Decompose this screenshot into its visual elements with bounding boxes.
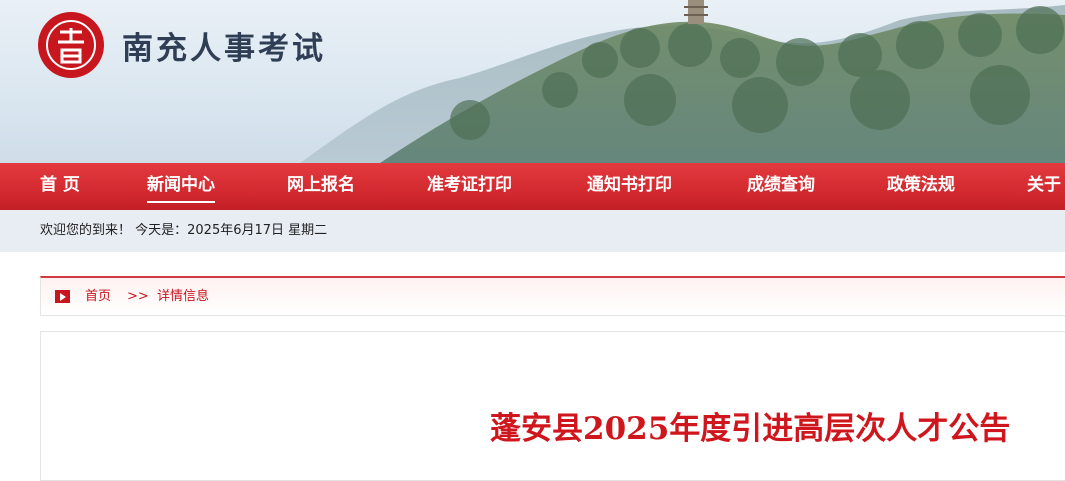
nav-item-notice-print[interactable]: 通知书打印 (587, 163, 672, 210)
main-nav: 首 页 新闻中心 网上报名 准考证打印 通知书打印 成绩查询 政策法规 关于 (0, 163, 1065, 210)
breadcrumb-home-link[interactable]: 首页 (85, 278, 111, 316)
nav-item-admission-ticket[interactable]: 准考证打印 (427, 163, 512, 210)
header-banner: 南充人事考试 (0, 0, 1065, 163)
breadcrumb-separator: >> (127, 289, 149, 304)
nav-item-about[interactable]: 关于 (1027, 163, 1061, 210)
seal-mark-icon (58, 28, 84, 64)
nav-item-home[interactable]: 首 页 (40, 163, 80, 210)
welcome-bar: 欢迎您的到来！ 今天是：2025年6月17日 星期二 (0, 210, 1065, 252)
breadcrumb: 首页 >> 详情信息 (40, 276, 1065, 316)
nav-item-news[interactable]: 新闻中心 (147, 163, 215, 210)
seal-logo-icon[interactable] (38, 12, 104, 78)
site-title[interactable]: 南充人事考试 (122, 23, 326, 68)
nav-item-policy[interactable]: 政策法规 (887, 163, 955, 210)
nav-item-registration[interactable]: 网上报名 (287, 163, 355, 210)
play-arrow-icon (55, 290, 70, 303)
nav-item-score-query[interactable]: 成绩查询 (747, 163, 815, 210)
breadcrumb-current: 详情信息 (157, 289, 210, 304)
welcome-text: 欢迎您的到来！ 今天是：2025年6月17日 星期二 (40, 223, 328, 238)
article-title: 蓬安县2025年度引进高层次人才公告 (490, 411, 1011, 447)
